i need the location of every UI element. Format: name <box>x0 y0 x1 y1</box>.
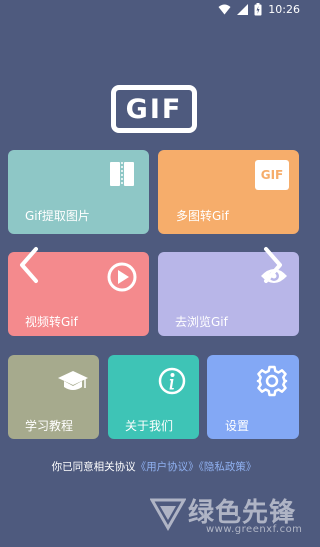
agreement-prefix: 你已同意相关协议 <box>51 461 136 473</box>
signal-icon <box>237 3 249 15</box>
gif-badge-text: GIF <box>260 168 284 182</box>
user-agreement-link[interactable]: 《用户协议》 <box>136 461 199 473</box>
settings-label: 设置 <box>225 419 250 433</box>
wifi-icon <box>218 4 231 14</box>
watermark-url: www.greenxf.com <box>206 524 303 535</box>
browse-gif-label: 去浏览Gif <box>175 315 228 329</box>
tutorial-label: 学习教程 <box>25 419 74 433</box>
about-us-label: 关于我们 <box>125 419 174 433</box>
play-icon <box>107 262 137 292</box>
app-logo: GIF <box>111 85 197 133</box>
watermark: 绿色先锋 www.greenxf.com <box>150 488 308 542</box>
gif-badge-icon: GIF <box>255 160 289 190</box>
graduation-cap-icon <box>58 371 88 390</box>
multi-image-to-gif-button[interactable]: GIF 多图转Gif <box>158 150 299 234</box>
battery-icon <box>254 2 262 15</box>
status-time: 10:26 <box>268 2 300 16</box>
chevron-left-icon[interactable] <box>18 246 40 284</box>
multi-image-label: 多图转Gif <box>176 209 229 223</box>
chevron-right-icon[interactable] <box>262 246 284 284</box>
video-to-gif-label: 视频转Gif <box>25 315 78 329</box>
privacy-policy-link[interactable]: 《隐私政策》 <box>199 461 257 473</box>
logo-text: GIF <box>125 93 183 125</box>
settings-button[interactable]: 设置 <box>207 355 299 439</box>
agreement-notice: 你已同意相关协议《用户协议》《隐私政策》 <box>0 459 308 474</box>
info-icon <box>158 367 186 395</box>
watermark-logo-icon <box>150 498 186 532</box>
tutorial-button[interactable]: 学习教程 <box>8 355 99 439</box>
gear-icon <box>256 365 288 397</box>
gif-extract-images-button[interactable]: Gif提取图片 <box>8 150 149 234</box>
status-bar: 10:26 <box>0 0 308 18</box>
film-split-icon <box>110 162 134 186</box>
gif-extract-label: Gif提取图片 <box>25 209 90 223</box>
about-us-button[interactable]: 关于我们 <box>108 355 199 439</box>
